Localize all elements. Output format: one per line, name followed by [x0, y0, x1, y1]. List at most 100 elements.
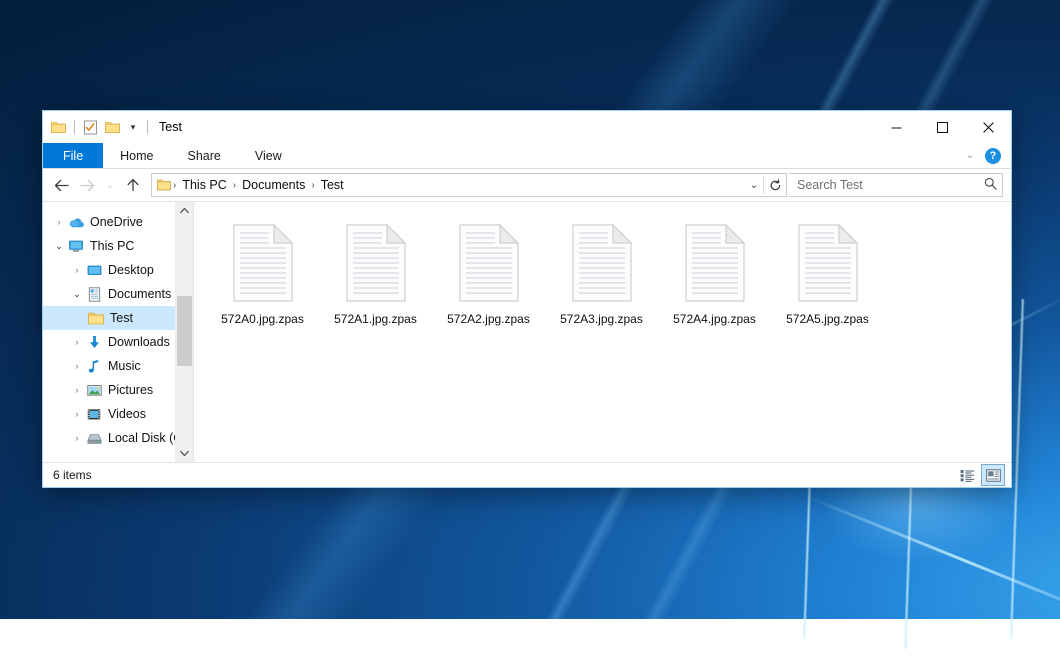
- sidebar-item-label: Test: [110, 311, 133, 325]
- status-bar: 6 items: [43, 462, 1011, 487]
- search-input[interactable]: Search Test: [797, 178, 984, 192]
- list-item[interactable]: 572A4.jpg.zpas: [658, 216, 771, 348]
- sidebar-item-label: Downloads: [108, 335, 170, 349]
- folder-icon[interactable]: [50, 119, 67, 136]
- sidebar-item-label: Music: [108, 359, 141, 373]
- up-button[interactable]: [121, 173, 145, 197]
- address-path-field[interactable]: › This PC › Documents › Test ⌄: [151, 173, 787, 197]
- search-box[interactable]: Search Test: [789, 173, 1003, 197]
- new-folder-icon[interactable]: [104, 119, 121, 136]
- sidebar-item-music[interactable]: › Music: [43, 354, 193, 378]
- tab-view[interactable]: View: [238, 143, 299, 168]
- breadcrumb-documents[interactable]: Documents: [237, 178, 310, 192]
- downloads-arrow-icon: [85, 335, 103, 350]
- chevron-right-icon[interactable]: ›: [69, 433, 85, 443]
- forward-button[interactable]: [75, 173, 99, 197]
- chevron-down-icon[interactable]: ⌄: [69, 289, 85, 300]
- generic-document-icon: [795, 220, 861, 306]
- list-item[interactable]: 572A5.jpg.zpas: [771, 216, 884, 348]
- documents-icon: [85, 287, 103, 302]
- back-button[interactable]: [49, 173, 73, 197]
- item-count-label: 6 items: [53, 468, 92, 482]
- large-icons-view-button[interactable]: [981, 464, 1005, 486]
- sidebar-item-documents[interactable]: ⌄ Documents: [43, 282, 193, 306]
- chevron-right-icon[interactable]: ›: [69, 385, 85, 395]
- sidebar-item-local-disk-c[interactable]: › Local Disk (C:): [43, 426, 193, 450]
- generic-document-icon: [343, 220, 409, 306]
- navigation-pane: › OneDrive ⌄ Thi: [43, 202, 193, 462]
- sidebar-item-label: Pictures: [108, 383, 153, 397]
- list-item[interactable]: 572A3.jpg.zpas: [545, 216, 658, 348]
- folder-icon: [87, 312, 105, 325]
- list-item[interactable]: 572A2.jpg.zpas: [432, 216, 545, 348]
- music-note-icon: [85, 359, 103, 374]
- toolbar-separator: [74, 120, 75, 134]
- chevron-right-icon[interactable]: ›: [69, 265, 85, 275]
- breadcrumb-this-pc[interactable]: This PC: [177, 178, 231, 192]
- generic-document-icon: [682, 220, 748, 306]
- tab-file[interactable]: File: [43, 143, 103, 168]
- help-button[interactable]: ?: [985, 148, 1001, 164]
- window-controls: [873, 111, 1011, 143]
- sidebar-item-videos[interactable]: ›: [43, 402, 193, 426]
- list-item[interactable]: 572A0.jpg.zpas: [206, 216, 319, 348]
- title-bar[interactable]: ▾ Test: [43, 111, 1011, 143]
- chevron-down-icon[interactable]: ⌄: [962, 150, 978, 161]
- chevron-right-icon[interactable]: ›: [51, 217, 67, 227]
- close-button[interactable]: [965, 111, 1011, 143]
- file-name-label: 572A2.jpg.zpas: [447, 312, 530, 326]
- chevron-right-icon[interactable]: ›: [69, 361, 85, 371]
- onedrive-cloud-icon: [67, 216, 85, 229]
- videos-film-icon: [85, 408, 103, 421]
- this-pc-monitor-icon: [67, 240, 85, 253]
- scrollbar-track[interactable]: [176, 219, 193, 445]
- list-item[interactable]: 572A1.jpg.zpas: [319, 216, 432, 348]
- recent-locations-button[interactable]: ⌄: [101, 173, 119, 197]
- hard-drive-icon: [85, 432, 103, 445]
- tab-share[interactable]: Share: [171, 143, 238, 168]
- sidebar-item-pictures[interactable]: › Pictures: [43, 378, 193, 402]
- sidebar-item-test[interactable]: Test: [43, 306, 193, 330]
- sidebar-item-label: Desktop: [108, 263, 154, 277]
- path-folder-icon: [156, 178, 172, 192]
- generic-document-icon: [456, 220, 522, 306]
- scrollbar-thumb[interactable]: [177, 296, 192, 366]
- maximize-button[interactable]: [919, 111, 965, 143]
- quick-access-dropdown-icon[interactable]: ▾: [126, 119, 140, 135]
- refresh-icon[interactable]: [764, 175, 786, 195]
- sidebar-item-label: OneDrive: [90, 215, 143, 229]
- chevron-right-icon[interactable]: ›: [69, 337, 85, 347]
- properties-icon[interactable]: [82, 119, 99, 136]
- ribbon-tab-bar: File Home Share View ⌄ ?: [43, 143, 1011, 169]
- title-separator: [147, 120, 148, 134]
- pictures-icon: [85, 384, 103, 397]
- sidebar-item-desktop[interactable]: › Desktop: [43, 258, 193, 282]
- sidebar-item-this-pc[interactable]: ⌄ This PC: [43, 234, 193, 258]
- address-bar: ⌄ › This PC › Documents › Test ⌄: [43, 169, 1011, 201]
- sidebar-item-onedrive[interactable]: › OneDrive: [43, 210, 193, 234]
- file-name-label: 572A1.jpg.zpas: [334, 312, 417, 326]
- window-title: Test: [159, 120, 182, 134]
- desktop-monitor-icon: [85, 264, 103, 277]
- minimize-button[interactable]: [873, 111, 919, 143]
- breadcrumb-test[interactable]: Test: [316, 178, 349, 192]
- scroll-down-icon[interactable]: [176, 445, 193, 462]
- file-list-view[interactable]: 572A0.jpg.zpas: [193, 202, 1011, 462]
- address-dropdown-icon[interactable]: ⌄: [745, 175, 763, 195]
- quick-access-toolbar: ▾: [43, 119, 150, 136]
- details-view-button[interactable]: [955, 464, 979, 486]
- chevron-right-icon[interactable]: ›: [69, 409, 85, 419]
- chevron-down-icon[interactable]: ⌄: [51, 241, 67, 252]
- sidebar-item-downloads[interactable]: › Downloads: [43, 330, 193, 354]
- file-name-label: 572A0.jpg.zpas: [221, 312, 304, 326]
- sidebar-item-label: Documents: [108, 287, 171, 301]
- generic-document-icon: [230, 220, 296, 306]
- search-icon: [984, 177, 997, 193]
- generic-document-icon: [569, 220, 635, 306]
- scroll-up-icon[interactable]: [176, 202, 193, 219]
- navigation-pane-scrollbar[interactable]: [175, 202, 193, 462]
- file-explorer-window: ▾ Test File Home Share View ⌄ ?: [42, 110, 1012, 488]
- explorer-body: › OneDrive ⌄ Thi: [43, 201, 1011, 462]
- tab-home[interactable]: Home: [103, 143, 170, 168]
- sidebar-item-label: Videos: [108, 407, 146, 421]
